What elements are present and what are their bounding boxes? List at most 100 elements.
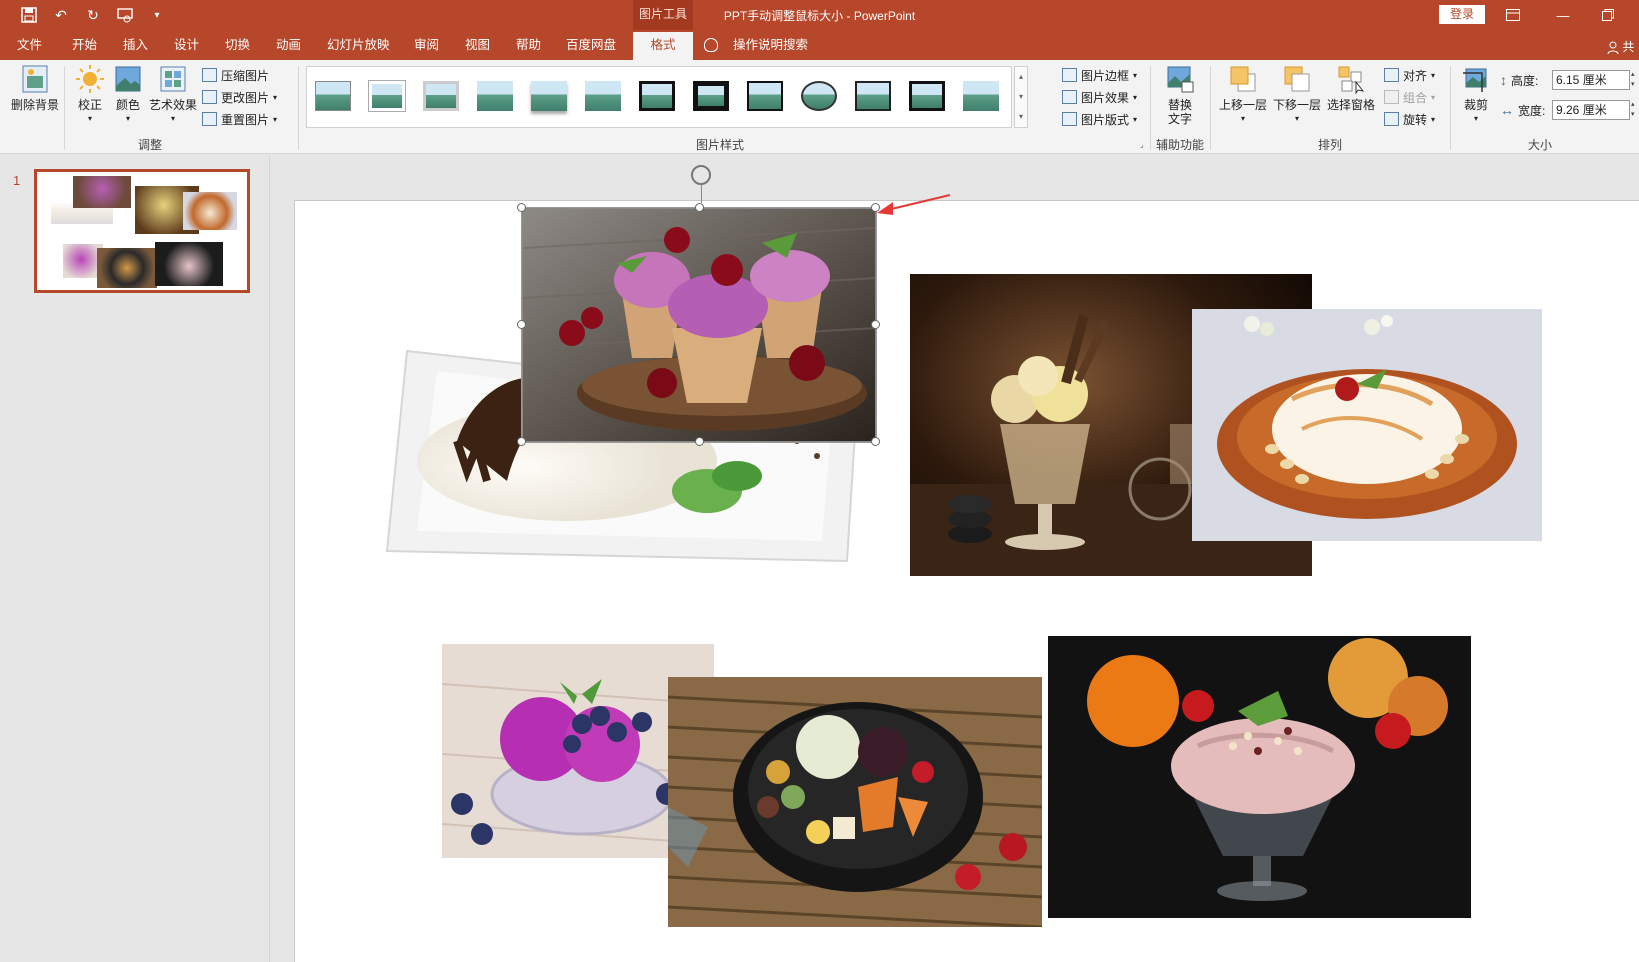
- resize-handle-bottom[interactable]: [695, 437, 704, 446]
- photo-ice-cream-cup[interactable]: [1048, 636, 1471, 918]
- alt-text-button[interactable]: 替换 文字: [1158, 64, 1202, 126]
- photo-fruit-salad[interactable]: [668, 677, 1042, 927]
- send-backward-button[interactable]: 下移一层 ▾: [1272, 64, 1322, 126]
- dialog-launcher-icon[interactable]: ⌟: [1140, 140, 1144, 149]
- picture-style-11[interactable]: [851, 77, 895, 115]
- color-button[interactable]: 颜色 ▾: [112, 64, 144, 126]
- ribbon-display-icon[interactable]: [1490, 0, 1536, 30]
- tab-transitions[interactable]: 切换: [225, 30, 250, 60]
- selection-pane-icon: [1338, 66, 1365, 94]
- login-button[interactable]: 登录: [1439, 5, 1485, 24]
- dropdown-arrow-icon: ▾: [273, 92, 278, 102]
- lightbulb-icon: [704, 38, 718, 52]
- sun-icon: [76, 65, 104, 93]
- presentation-icon[interactable]: [114, 5, 136, 25]
- width-icon: ↔: [1500, 102, 1514, 118]
- resize-handle-bottom-left[interactable]: [517, 437, 526, 446]
- align-button[interactable]: 对齐 ▾: [1384, 65, 1435, 85]
- bring-forward-icon: [1230, 66, 1256, 92]
- resize-handle-top[interactable]: [695, 203, 704, 212]
- compress-icon: [202, 68, 217, 82]
- ribbon-tab-bar: 文件 开始 插入 设计 切换 动画 幻灯片放映 审阅 视图 帮助 百度网盘 格式…: [0, 30, 1639, 60]
- tab-animations[interactable]: 动画: [276, 30, 301, 60]
- divider: [1150, 66, 1151, 150]
- tab-design[interactable]: 设计: [174, 30, 199, 60]
- rotate-button[interactable]: 旋转 ▾: [1384, 109, 1435, 129]
- tab-review[interactable]: 审阅: [414, 30, 439, 60]
- dropdown-arrow-icon: ▾: [1431, 114, 1436, 124]
- artistic-effects-button[interactable]: 艺术效果 ▾: [148, 64, 198, 126]
- picture-style-3[interactable]: [419, 77, 463, 115]
- compress-pictures-button[interactable]: 压缩图片: [202, 65, 269, 85]
- bring-forward-button[interactable]: 上移一层 ▾: [1218, 64, 1268, 126]
- gallery-more-icon[interactable]: ▾: [1015, 107, 1027, 127]
- picture-style-1[interactable]: [311, 77, 355, 115]
- picture-style-2[interactable]: [365, 77, 409, 115]
- tab-help[interactable]: 帮助: [516, 30, 541, 60]
- quick-access-toolbar: ↶ ↻ ▾: [18, 5, 168, 25]
- height-input[interactable]: 6.15 厘米: [1552, 70, 1630, 90]
- picture-layout-icon: [1062, 112, 1077, 126]
- width-spinner[interactable]: ▴ ▾: [1631, 100, 1635, 120]
- height-spinner[interactable]: ▴ ▾: [1631, 70, 1635, 90]
- picture-style-9[interactable]: [743, 77, 787, 115]
- resize-handle-bottom-right[interactable]: [871, 437, 880, 446]
- picture-effects-button[interactable]: 图片效果 ▾: [1062, 87, 1137, 107]
- reset-picture-button[interactable]: 重置图片 ▾: [202, 109, 277, 129]
- dropdown-arrow-icon: ▾: [1294, 114, 1299, 123]
- group-button[interactable]: 组合 ▾: [1384, 87, 1435, 107]
- picture-effects-icon: [1062, 90, 1077, 104]
- scroll-down-icon[interactable]: ▾: [1015, 87, 1027, 107]
- change-picture-button[interactable]: 更改图片 ▾: [202, 87, 277, 107]
- tab-home[interactable]: 开始: [72, 30, 97, 60]
- tab-slideshow[interactable]: 幻灯片放映: [327, 30, 390, 60]
- scroll-up-icon[interactable]: ▴: [1015, 67, 1027, 87]
- tab-insert[interactable]: 插入: [123, 30, 148, 60]
- resize-handle-right[interactable]: [871, 320, 880, 329]
- align-icon: [1384, 68, 1399, 82]
- picture-border-icon: [1062, 68, 1077, 82]
- rotate-handle-icon[interactable]: [691, 165, 711, 185]
- picture-style-7[interactable]: [635, 77, 679, 115]
- picture-style-13[interactable]: [959, 77, 1003, 115]
- customize-qat-icon[interactable]: ▾: [146, 5, 168, 25]
- share-button[interactable]: 共: [1607, 38, 1639, 55]
- picture-style-8[interactable]: [689, 77, 733, 115]
- picture-style-4[interactable]: [473, 77, 517, 115]
- tab-baidu-netdisk[interactable]: 百度网盘: [566, 30, 616, 60]
- rotate-icon: [1384, 112, 1399, 126]
- size-group-label: 大小: [1527, 138, 1552, 152]
- tab-file[interactable]: 文件: [17, 30, 42, 60]
- dropdown-arrow-icon: ▾: [170, 114, 175, 123]
- selection-pane-button[interactable]: 选择窗格: [1326, 64, 1376, 112]
- reset-picture-icon: [202, 112, 217, 126]
- resize-handle-left[interactable]: [517, 320, 526, 329]
- height-icon: ↕: [1500, 72, 1507, 88]
- tab-view[interactable]: 视图: [465, 30, 490, 60]
- picture-border-button[interactable]: 图片边框 ▾: [1062, 65, 1137, 85]
- picture-style-10[interactable]: [797, 77, 841, 115]
- tell-me-search[interactable]: 操作说明搜索: [733, 30, 808, 60]
- picture-style-5[interactable]: [527, 77, 571, 115]
- photo-shaved-ice-bowl[interactable]: [1192, 309, 1542, 541]
- slide-canvas[interactable]: [294, 194, 1639, 962]
- corrections-button[interactable]: 校正 ▾: [72, 64, 108, 126]
- tab-format[interactable]: 格式: [633, 32, 693, 60]
- picture-style-6[interactable]: [581, 77, 625, 115]
- maximize-icon[interactable]: [1585, 0, 1631, 30]
- slide-thumbnail[interactable]: [34, 169, 250, 293]
- remove-background-button[interactable]: 删除背景: [10, 64, 60, 112]
- width-input[interactable]: 9.26 厘米: [1552, 100, 1630, 120]
- resize-handle-top-left[interactable]: [517, 203, 526, 212]
- group-icon: [1384, 90, 1399, 104]
- save-icon[interactable]: [18, 5, 40, 25]
- undo-icon[interactable]: ↶: [50, 5, 72, 25]
- picture-style-12[interactable]: [905, 77, 949, 115]
- minimize-icon[interactable]: —: [1540, 0, 1586, 30]
- gallery-scroll[interactable]: ▴ ▾ ▾: [1014, 66, 1028, 128]
- redo-icon[interactable]: ↻: [82, 5, 104, 25]
- ribbon: 删除背景 校正 ▾ 颜色 ▾ 艺术效果 ▾ 压缩图片 更改图片 ▾ 重置图片 ▾…: [0, 60, 1639, 154]
- picture-layout-button[interactable]: 图片版式 ▾: [1062, 109, 1137, 129]
- photo-ice-cream-cones[interactable]: [521, 207, 877, 443]
- crop-button[interactable]: 裁剪 ▾: [1458, 64, 1494, 126]
